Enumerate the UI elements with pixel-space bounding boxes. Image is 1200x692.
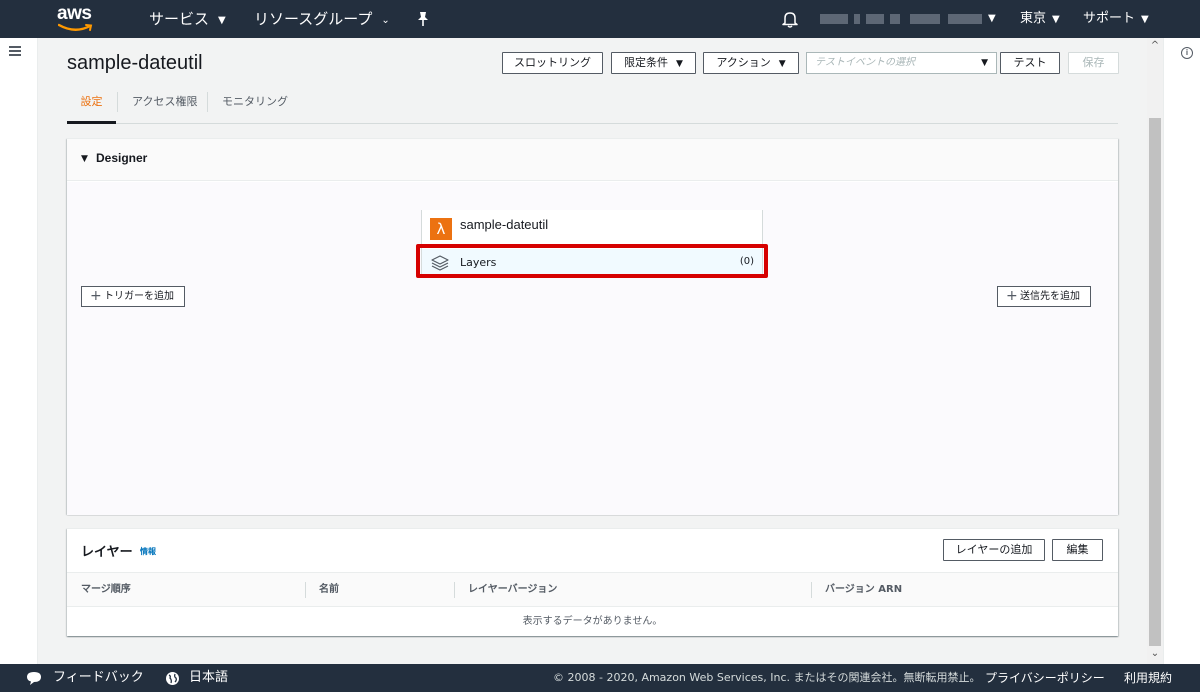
top-navigation-bar: aws サービス ▼ リソースグループ ⌄ ▼ 東京 ▼ サポート ▼ <box>0 0 1200 38</box>
caret-down-icon: ▼ <box>778 59 786 69</box>
column-layer-version[interactable]: レイヤーバージョン <box>468 573 557 607</box>
lambda-icon: λ <box>430 218 452 240</box>
tab-permissions[interactable]: アクセス権限 <box>120 90 209 124</box>
designer-header[interactable]: ▼ Designer <box>67 139 1118 181</box>
designer-title: Designer <box>96 151 148 165</box>
globe-icon <box>166 672 179 685</box>
column-divider <box>811 582 812 598</box>
tab-monitoring[interactable]: モニタリング <box>210 90 300 124</box>
tab-configuration[interactable]: 設定 <box>67 90 116 124</box>
info-link[interactable]: 情報 <box>140 546 156 557</box>
add-destination-button[interactable]: + 送信先を追加 <box>997 286 1091 307</box>
designer-canvas: λ sample-dateutil Layers (0) + トリガーを追加 +… <box>67 182 1118 515</box>
column-name[interactable]: 名前 <box>319 573 339 607</box>
privacy-policy-link[interactable]: プライバシーポリシー <box>985 664 1105 692</box>
footer-bar: フィードバック 日本語 © 2008 - 2020, Amazon Web Se… <box>0 664 1200 692</box>
column-version-arn[interactable]: バージョン ARN <box>825 573 902 607</box>
chevron-down-icon[interactable]: ▼ <box>988 0 996 38</box>
resource-groups-menu[interactable]: リソースグループ ⌄ <box>254 0 390 38</box>
left-navigation-rail <box>0 38 38 664</box>
qualifiers-label: 限定条件 <box>624 56 669 69</box>
aws-logo[interactable]: aws <box>57 3 97 33</box>
layers-panel-header: レイヤー 情報 レイヤーの追加 編集 <box>67 529 1118 573</box>
tab-divider <box>207 92 208 112</box>
support-menu[interactable]: サポート ▼ <box>1083 0 1149 39</box>
plus-icon: + <box>90 288 102 304</box>
edit-button[interactable]: 編集 <box>1052 539 1103 561</box>
add-trigger-button[interactable]: + トリガーを追加 <box>81 286 185 307</box>
main-content: sample-dateutil スロットリング 限定条件 ▼ アクション ▼ テスト… <box>39 38 1147 664</box>
chevron-down-icon: ▼ <box>218 15 226 26</box>
right-help-rail: i <box>1163 38 1200 664</box>
page-title: sample-dateutil <box>67 52 203 74</box>
scroll-down-arrow-icon[interactable]: ⌄ <box>1147 648 1163 659</box>
feedback-link[interactable]: フィードバック <box>53 664 144 692</box>
copyright-text: © 2008 - 2020, Amazon Web Services, Inc.… <box>553 671 981 684</box>
caret-down-icon: ▼ <box>676 59 683 69</box>
highlight-box <box>416 244 768 278</box>
resource-groups-label: リソースグループ <box>254 10 373 28</box>
layers-panel-title: レイヤー <box>81 544 133 559</box>
chevron-down-icon: ▼ <box>1141 14 1149 25</box>
save-button[interactable]: 保存 <box>1068 52 1119 74</box>
pin-icon[interactable] <box>414 10 432 28</box>
speech-bubble-icon <box>27 672 41 685</box>
language-selector[interactable]: 日本語 <box>189 664 228 692</box>
test-event-select[interactable]: テストイベントの選択 ▼ <box>806 52 997 74</box>
aws-logo-text: aws <box>57 3 92 24</box>
tab-divider <box>117 92 118 112</box>
function-name: sample-dateutil <box>460 217 549 232</box>
services-label: サービス <box>149 10 210 28</box>
column-merge-order[interactable]: マージ順序 <box>81 573 131 607</box>
region-label: 東京 <box>1020 11 1047 26</box>
page-scrollbar[interactable]: ^ ⌄ <box>1147 38 1163 664</box>
column-divider <box>454 582 455 598</box>
scroll-up-arrow-icon[interactable]: ^ <box>1147 40 1163 51</box>
aws-smile-icon <box>58 23 93 31</box>
test-event-placeholder: テストイベントの選択 <box>815 57 915 68</box>
designer-panel: ▼ Designer λ sample-dateutil Layers (0) <box>67 138 1118 515</box>
scrollbar-thumb[interactable] <box>1149 118 1161 646</box>
bell-icon[interactable] <box>780 9 800 29</box>
chevron-down-icon: ▼ <box>1052 14 1060 25</box>
menu-icon[interactable] <box>9 46 21 56</box>
actions-button[interactable]: アクション ▼ <box>703 52 799 74</box>
test-button[interactable]: テスト <box>1000 52 1060 74</box>
chevron-down-icon: ⌄ <box>381 15 390 26</box>
column-divider <box>305 582 306 598</box>
add-destination-label: 送信先を追加 <box>1020 291 1080 302</box>
caret-down-icon: ▼ <box>981 58 988 68</box>
services-menu[interactable]: サービス ▼ <box>149 0 226 38</box>
plus-icon: + <box>1006 288 1018 304</box>
collapse-triangle-icon[interactable]: ▼ <box>81 154 88 164</box>
actions-label: アクション <box>716 56 771 69</box>
throttle-button[interactable]: スロットリング <box>502 52 603 74</box>
qualifiers-button[interactable]: 限定条件 ▼ <box>611 52 696 74</box>
terms-link[interactable]: 利用規約 <box>1124 664 1172 692</box>
empty-table-message: 表示するデータがありません。 <box>522 616 663 627</box>
support-label: サポート <box>1083 11 1136 26</box>
region-menu[interactable]: 東京 ▼ <box>1020 0 1060 39</box>
add-trigger-label: トリガーを追加 <box>104 291 174 302</box>
account-menu-redacted[interactable] <box>820 14 982 24</box>
add-layer-button[interactable]: レイヤーの追加 <box>943 539 1045 561</box>
info-icon[interactable]: i <box>1181 47 1193 59</box>
table-header-row: マージ順序 名前 レイヤーバージョン バージョン ARN <box>67 573 1118 607</box>
tab-bar: 設定 アクセス権限 モニタリング <box>67 90 1118 124</box>
layers-panel: レイヤー 情報 レイヤーの追加 編集 マージ順序 名前 レイヤーバージョン バー… <box>67 528 1118 636</box>
